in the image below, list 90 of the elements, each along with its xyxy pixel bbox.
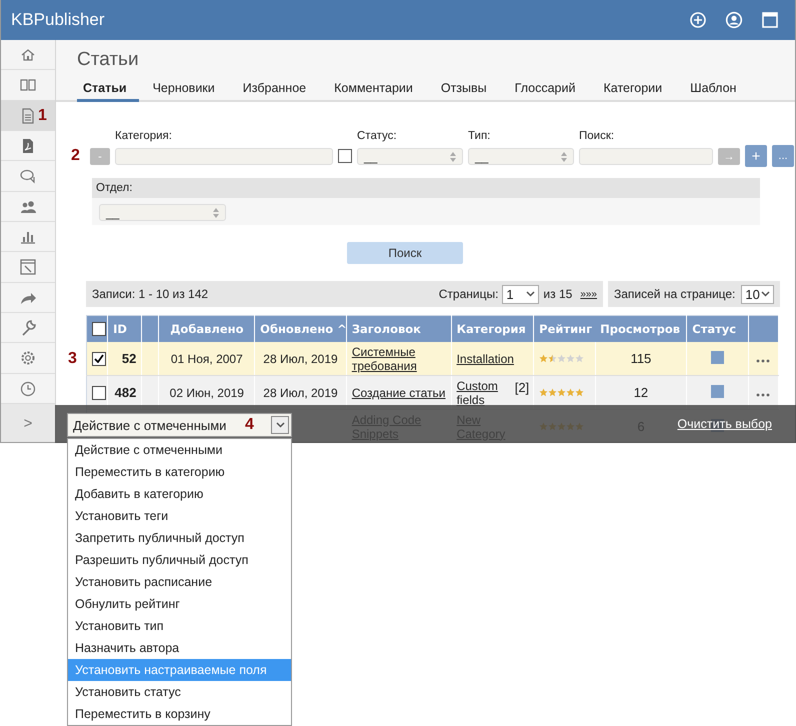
chevron-down-icon — [276, 422, 284, 428]
annotation-number: 3 — [68, 350, 77, 368]
add-icon — [689, 11, 707, 29]
clear-selection-link[interactable]: Очистить выбор — [677, 417, 772, 431]
app-logo: KBPublisher — [11, 10, 106, 30]
status-icon — [710, 384, 724, 398]
tab[interactable]: Отзывы — [426, 81, 501, 102]
up-down-arrows-icon — [561, 152, 567, 162]
annotation-number: 4 — [245, 416, 254, 434]
dropdown-option[interactable]: Добавить в категорию — [68, 483, 291, 505]
star-icon — [557, 388, 566, 396]
star-icon — [557, 354, 566, 362]
table-cell: 01 Ноя, 2007 — [170, 352, 243, 366]
field-label: Статус: — [357, 130, 398, 142]
star-icon — [539, 388, 548, 396]
star-icon — [575, 354, 584, 362]
status-select[interactable]: __ — [357, 148, 463, 165]
star-icon — [548, 388, 558, 396]
dropdown-option[interactable]: Переместить в категорию — [68, 461, 291, 483]
settings-icon — [19, 349, 37, 368]
tab[interactable]: Избранное — [228, 81, 320, 102]
tab[interactable]: Шаблон — [676, 81, 750, 102]
sidebar-item[interactable]: 1 — [1, 100, 55, 131]
star-icon — [566, 354, 576, 362]
type-select[interactable]: __ — [468, 148, 574, 165]
row-checkbox[interactable] — [92, 386, 106, 400]
clock-icon — [19, 380, 37, 398]
table-cell: 02 Июн, 2019 — [170, 386, 244, 400]
user-icon — [725, 11, 743, 29]
dropdown-option[interactable]: Установить теги — [68, 505, 291, 527]
chevron-down-icon — [761, 291, 770, 297]
table-cell: 52 — [122, 351, 136, 366]
page-select[interactable]: 1 — [502, 284, 540, 304]
dropdown-option[interactable]: Действие с отмеченными — [68, 439, 291, 461]
up-down-arrows-icon — [450, 152, 456, 162]
annotation-number: 2 — [71, 147, 81, 165]
star-icon — [575, 388, 584, 396]
dropdown-option[interactable]: Назначить автора — [68, 637, 291, 659]
records-count: Записи: 1 - 10 из 142 — [92, 287, 210, 301]
page-title: Статьи — [77, 49, 140, 71]
more-icon[interactable] — [756, 392, 770, 396]
tab[interactable]: Статьи — [77, 81, 139, 102]
per-page-label: Записей на странице: — [614, 287, 736, 301]
pages-label: Страницы: — [438, 287, 498, 301]
page-count: из 15 — [543, 287, 572, 301]
checkbox[interactable] — [338, 149, 352, 163]
search-button[interactable]: Поиск — [347, 242, 463, 264]
chevron-down-icon — [526, 291, 536, 297]
table-cell: 28 Июл, 2019 — [263, 352, 338, 366]
dropdown-option[interactable]: Запретить публичный доступ — [68, 527, 291, 549]
star-icon — [539, 354, 548, 362]
window-icon — [761, 11, 779, 29]
field-label: Поиск: — [579, 130, 616, 142]
table-cell: 482 — [114, 385, 136, 400]
table-cell: 28 Июл, 2019 — [263, 386, 338, 400]
up-down-arrows-icon — [213, 208, 219, 218]
search-field[interactable] — [579, 148, 713, 165]
field-label: Отдел: — [96, 182, 132, 194]
annotation-number: 1 — [38, 106, 47, 125]
dropdown-option[interactable]: Разрешить публичный доступ — [68, 549, 291, 571]
chat-icon — [19, 167, 37, 186]
action-select[interactable]: Действие с отмеченными 4 — [67, 413, 292, 437]
checkmark-icon — [94, 354, 104, 363]
status-icon — [710, 350, 724, 364]
select-all-checkbox[interactable] — [92, 322, 106, 336]
next-page-link[interactable]: »»» — [580, 288, 597, 300]
expand-sidebar-button[interactable]: > — [1, 404, 55, 442]
table-cell: 115 — [630, 351, 652, 366]
dropdown-option[interactable]: Установить тип — [68, 615, 291, 637]
more-icon[interactable] — [756, 358, 770, 362]
field-label: Тип: — [468, 130, 492, 142]
department-select[interactable]: __ — [99, 204, 226, 221]
per-page-select[interactable]: 10 — [741, 284, 774, 304]
tab[interactable]: Категории — [589, 81, 676, 102]
star-icon — [566, 388, 576, 396]
field-label: Категория: — [115, 130, 173, 142]
dropdown-option[interactable]: Обнулить рейтинг — [68, 593, 291, 615]
category-count: [2] — [514, 380, 530, 395]
dropdown-option[interactable]: Установить статус — [68, 681, 291, 703]
dropdown-option[interactable]: Переместить в корзину — [68, 703, 291, 725]
tab[interactable]: Глоссарий — [500, 81, 590, 102]
row-checkbox[interactable] — [92, 352, 106, 366]
star-icon — [548, 354, 558, 362]
category-field[interactable] — [115, 148, 333, 165]
tab[interactable]: Комментарии — [320, 81, 427, 102]
dropdown-option[interactable]: Установить расписание — [68, 571, 291, 593]
category-link[interactable]: Custom fields — [456, 378, 502, 406]
tab[interactable]: Черновики — [138, 81, 229, 102]
frame-icon — [19, 258, 37, 276]
table-cell: 12 — [634, 385, 648, 400]
